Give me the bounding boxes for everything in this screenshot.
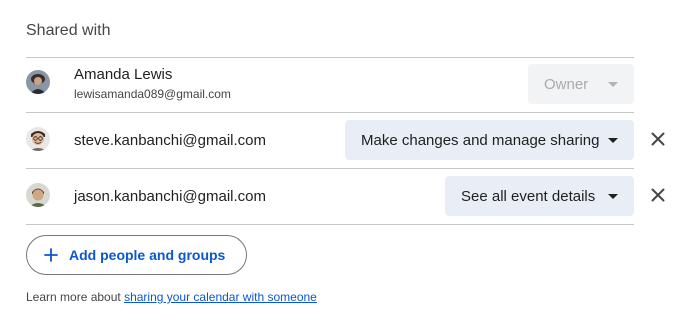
- permission-label: See all event details: [461, 187, 596, 205]
- user-avatar-icon: [26, 127, 50, 151]
- divider: [26, 224, 634, 225]
- plus-icon: [44, 248, 58, 262]
- user-avatar-icon: [26, 70, 50, 94]
- person-email: lewisamanda089@gmail.com: [74, 87, 231, 101]
- permission-dropdown[interactable]: Make changes and manage sharing: [345, 120, 634, 160]
- user-avatar-icon: [26, 183, 50, 207]
- chevron-down-icon: [608, 193, 618, 199]
- close-icon[interactable]: [648, 185, 668, 205]
- shared-person-row: Amanda Lewis lewisamanda089@gmail.com Ow…: [26, 58, 686, 114]
- person-email: steve.kanbanchi@gmail.com: [74, 132, 266, 149]
- add-people-label: Add people and groups: [69, 247, 226, 263]
- shared-person-row: steve.kanbanchi@gmail.com Make changes a…: [26, 113, 686, 169]
- permission-dropdown[interactable]: See all event details: [445, 176, 634, 216]
- permission-label: Make changes and manage sharing: [361, 131, 600, 149]
- learn-more-link[interactable]: sharing your calendar with someone: [124, 290, 317, 304]
- chevron-down-icon: [608, 81, 618, 87]
- footer-text: Learn more about: [26, 290, 125, 304]
- chevron-down-icon: [608, 137, 618, 143]
- permission-dropdown: Owner: [528, 64, 634, 104]
- footer-help-text: Learn more about sharing your calendar w…: [26, 290, 317, 304]
- close-icon[interactable]: [648, 129, 668, 149]
- person-name: Amanda Lewis: [74, 66, 173, 83]
- add-people-button[interactable]: Add people and groups: [26, 235, 247, 275]
- permission-label: Owner: [544, 75, 589, 93]
- shared-person-row: jason.kanbanchi@gmail.com See all event …: [26, 169, 686, 225]
- section-title: Shared with: [26, 22, 111, 39]
- person-email: jason.kanbanchi@gmail.com: [74, 188, 266, 205]
